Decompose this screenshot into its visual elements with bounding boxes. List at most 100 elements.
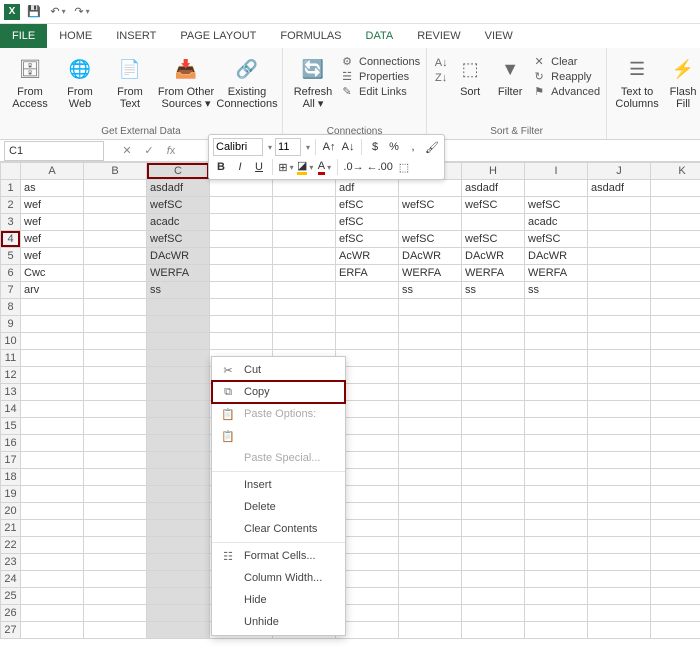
cell-I13[interactable]	[525, 384, 588, 401]
col-header-B[interactable]: B	[84, 163, 147, 180]
cell-G26[interactable]	[399, 605, 462, 622]
row-header-7[interactable]: 7	[1, 282, 21, 299]
cell-K4[interactable]	[651, 231, 700, 248]
cell-G15[interactable]	[399, 418, 462, 435]
cell-K22[interactable]	[651, 537, 700, 554]
cell-J11[interactable]	[588, 350, 651, 367]
cell-H10[interactable]	[462, 333, 525, 350]
cell-B9[interactable]	[84, 316, 147, 333]
cell-A18[interactable]	[21, 469, 84, 486]
cell-J16[interactable]	[588, 435, 651, 452]
ctx-column-width[interactable]: Column Width...	[212, 567, 345, 589]
cell-B15[interactable]	[84, 418, 147, 435]
edit-links-button[interactable]: ✎Edit Links	[339, 84, 420, 99]
cell-K5[interactable]	[651, 248, 700, 265]
text-to-columns-button[interactable]: ☰Text to Columns	[613, 52, 661, 110]
format-painter-icon[interactable]: 🖌	[424, 138, 440, 156]
cell-C27[interactable]	[147, 622, 210, 639]
decrease-font-icon[interactable]: A↓	[340, 138, 356, 156]
cell-D8[interactable]	[210, 299, 273, 316]
cell-K6[interactable]	[651, 265, 700, 282]
cell-J12[interactable]	[588, 367, 651, 384]
cell-J15[interactable]	[588, 418, 651, 435]
cell-J17[interactable]	[588, 452, 651, 469]
tab-insert[interactable]: INSERT	[104, 24, 168, 48]
cell-C13[interactable]	[147, 384, 210, 401]
cell-F5[interactable]: AcWR	[336, 248, 399, 265]
cell-G20[interactable]	[399, 503, 462, 520]
cell-G13[interactable]	[399, 384, 462, 401]
cell-A5[interactable]: wef	[21, 248, 84, 265]
col-header-H[interactable]: H	[462, 163, 525, 180]
cell-K25[interactable]	[651, 588, 700, 605]
cell-F7[interactable]	[336, 282, 399, 299]
cell-A4[interactable]: wef	[21, 231, 84, 248]
cell-C24[interactable]	[147, 571, 210, 588]
cell-F4[interactable]: efSC	[336, 231, 399, 248]
cell-B6[interactable]	[84, 265, 147, 282]
cell-G2[interactable]: wefSC	[399, 197, 462, 214]
cell-H25[interactable]	[462, 588, 525, 605]
cell-A17[interactable]	[21, 452, 84, 469]
from-other-sources-button[interactable]: 📥From Other Sources ▾	[156, 52, 216, 110]
cell-K18[interactable]	[651, 469, 700, 486]
filter-button[interactable]: ▼Filter	[491, 52, 529, 98]
cell-I1[interactable]	[525, 180, 588, 197]
ctx-format-cells[interactable]: ☷Format Cells...	[212, 545, 345, 567]
row-header-24[interactable]: 24	[1, 571, 21, 588]
ctx-unhide[interactable]: Unhide	[212, 611, 345, 633]
cell-H6[interactable]: WERFA	[462, 265, 525, 282]
cell-K2[interactable]	[651, 197, 700, 214]
tab-formulas[interactable]: FORMULAS	[268, 24, 353, 48]
cell-J23[interactable]	[588, 554, 651, 571]
cell-H12[interactable]	[462, 367, 525, 384]
size-dropdown-icon[interactable]	[304, 141, 310, 153]
from-web-button[interactable]: 🌐From Web	[56, 52, 104, 110]
row-header-17[interactable]: 17	[1, 452, 21, 469]
cell-H24[interactable]	[462, 571, 525, 588]
tab-file[interactable]: FILE	[0, 24, 47, 48]
bold-button[interactable]: B	[213, 158, 229, 176]
cell-J22[interactable]	[588, 537, 651, 554]
row-header-12[interactable]: 12	[1, 367, 21, 384]
font-color-icon[interactable]: A	[316, 158, 332, 176]
cell-K16[interactable]	[651, 435, 700, 452]
cell-D2[interactable]	[210, 197, 273, 214]
cell-B14[interactable]	[84, 401, 147, 418]
properties-button[interactable]: ☱Properties	[339, 69, 420, 84]
cell-K27[interactable]	[651, 622, 700, 639]
cell-C26[interactable]	[147, 605, 210, 622]
cell-I10[interactable]	[525, 333, 588, 350]
save-icon[interactable]: 💾	[24, 2, 44, 22]
cell-K11[interactable]	[651, 350, 700, 367]
row-header-18[interactable]: 18	[1, 469, 21, 486]
cell-B7[interactable]	[84, 282, 147, 299]
cell-H21[interactable]	[462, 520, 525, 537]
cell-B5[interactable]	[84, 248, 147, 265]
cell-E5[interactable]	[273, 248, 336, 265]
advanced-button[interactable]: ⚑Advanced	[531, 84, 600, 99]
cell-C19[interactable]	[147, 486, 210, 503]
cell-G19[interactable]	[399, 486, 462, 503]
cell-I3[interactable]: acadc	[525, 214, 588, 231]
cell-I7[interactable]: ss	[525, 282, 588, 299]
cell-A3[interactable]: wef	[21, 214, 84, 231]
cell-C14[interactable]	[147, 401, 210, 418]
tab-home[interactable]: HOME	[47, 24, 104, 48]
cell-K13[interactable]	[651, 384, 700, 401]
cell-A25[interactable]	[21, 588, 84, 605]
cell-K10[interactable]	[651, 333, 700, 350]
cell-C11[interactable]	[147, 350, 210, 367]
cell-G6[interactable]: WERFA	[399, 265, 462, 282]
cell-K1[interactable]	[651, 180, 700, 197]
cell-I11[interactable]	[525, 350, 588, 367]
cell-J10[interactable]	[588, 333, 651, 350]
cell-C15[interactable]	[147, 418, 210, 435]
cell-B16[interactable]	[84, 435, 147, 452]
ctx-copy[interactable]: ⧉Copy	[212, 381, 345, 403]
cell-K17[interactable]	[651, 452, 700, 469]
border-icon[interactable]: ⊞	[278, 158, 294, 176]
cell-K7[interactable]	[651, 282, 700, 299]
cell-C18[interactable]	[147, 469, 210, 486]
cell-A27[interactable]	[21, 622, 84, 639]
